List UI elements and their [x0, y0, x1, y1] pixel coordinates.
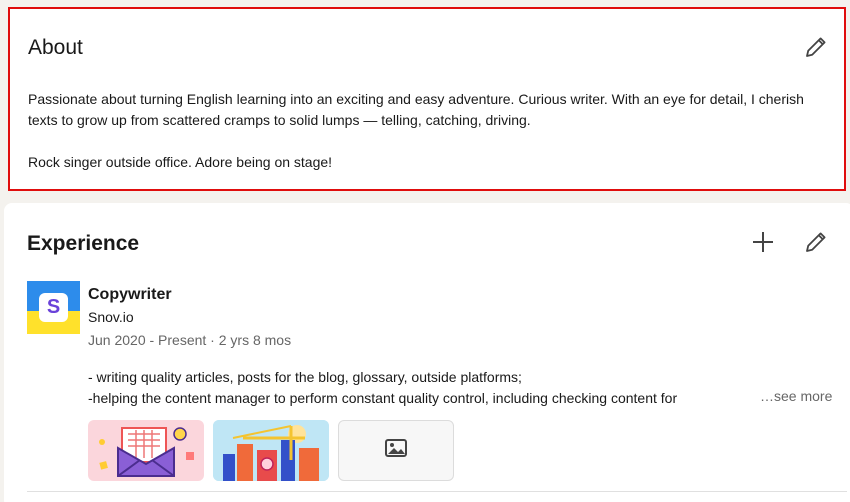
section-divider: [27, 491, 847, 492]
about-paragraph: Passionate about turning English learnin…: [28, 91, 804, 128]
add-experience-plus-icon[interactable]: [751, 230, 775, 254]
about-section: About Passionate about turning English l…: [8, 7, 846, 191]
media-thumbnail-envelope[interactable]: [88, 420, 204, 481]
job-description: - writing quality articles, posts for th…: [88, 367, 848, 409]
see-more-link[interactable]: …see more: [756, 388, 833, 404]
experience-title: Experience: [27, 232, 140, 255]
image-placeholder-icon: [385, 439, 407, 462]
job-dates: Jun 2020 - Present · 2 yrs 8 mos: [88, 332, 292, 348]
media-thumbnail-city[interactable]: [213, 420, 329, 481]
edit-experience-pencil-icon[interactable]: [804, 230, 828, 254]
job-title: Copywriter: [88, 286, 172, 303]
about-title: About: [28, 36, 83, 59]
about-text: Passionate about turning English learnin…: [28, 89, 833, 173]
description-line: -helping the content manager to perform …: [88, 390, 678, 406]
company-logo[interactable]: S: [27, 281, 80, 334]
media-thumbnail-placeholder[interactable]: [338, 420, 454, 481]
edit-about-pencil-icon[interactable]: [804, 35, 828, 59]
experience-section: Experience S Copywriter Snov.io Jun 2020…: [4, 203, 850, 502]
company-name[interactable]: Snov.io: [88, 309, 134, 325]
about-paragraph: Rock singer outside office. Adore being …: [28, 154, 333, 170]
description-line: - writing quality articles, posts for th…: [88, 369, 522, 385]
logo-letter: S: [39, 293, 68, 322]
